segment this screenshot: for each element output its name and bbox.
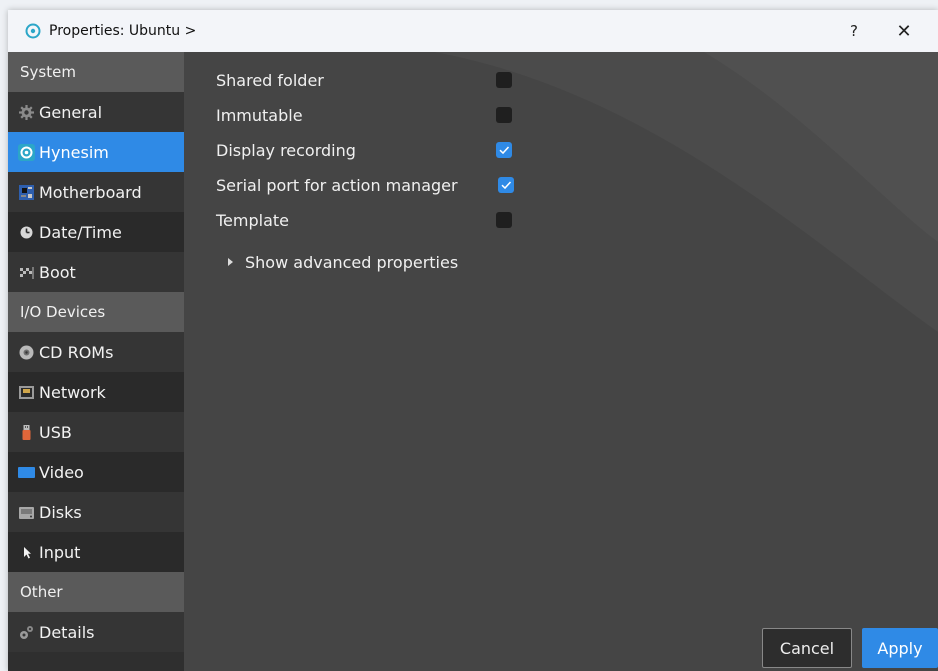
show-advanced-toggle[interactable]: Show advanced properties (228, 249, 458, 275)
property-template: Template (216, 207, 289, 233)
immutable-checkbox[interactable] (496, 107, 512, 123)
advanced-label: Show advanced properties (245, 252, 459, 272)
property-serial-port: Serial port for action manager (216, 172, 458, 198)
hynesim-icon (18, 143, 35, 161)
sidebar-item-label: Input (39, 542, 81, 562)
expand-triangle-icon (228, 258, 233, 266)
sidebar-item-label: Boot (39, 262, 76, 282)
checkmark-icon (501, 181, 512, 190)
sidebar-item-label: USB (39, 422, 72, 442)
boot-flag-icon (18, 264, 35, 281)
property-label: Display recording (216, 140, 356, 160)
sidebar-item-motherboard[interactable]: Motherboard (8, 172, 184, 212)
sidebar-item-boot[interactable]: Boot (8, 252, 184, 292)
sidebar-item-details[interactable]: Details (8, 612, 184, 652)
property-label: Serial port for action manager (216, 175, 458, 195)
property-display-recording: Display recording (216, 137, 356, 163)
template-checkbox[interactable] (496, 212, 512, 228)
sidebar-item-label: Network (39, 382, 106, 402)
display-recording-checkbox[interactable] (496, 142, 512, 158)
sidebar-item-label: Disks (39, 502, 82, 522)
sidebar: System General Hynesim Motherboard Date/… (8, 52, 184, 671)
property-label: Immutable (216, 105, 303, 125)
property-shared-folder: Shared folder (216, 67, 324, 93)
property-label: Shared folder (216, 70, 324, 90)
sidebar-item-input[interactable]: Input (8, 532, 184, 572)
details-gears-icon (18, 624, 35, 641)
motherboard-icon (18, 184, 35, 201)
cancel-button[interactable]: Cancel (762, 628, 852, 668)
sidebar-item-label: Hynesim (39, 142, 109, 162)
title-bar: Properties: Ubuntu > ? ✕ (8, 10, 938, 52)
usb-icon (18, 424, 35, 441)
sidebar-item-label: Details (39, 622, 95, 642)
property-immutable: Immutable (216, 102, 303, 128)
apply-button[interactable]: Apply (862, 628, 938, 668)
sidebar-item-label: Video (39, 462, 84, 482)
cdrom-icon (18, 344, 35, 361)
hynesim-app-icon (25, 23, 41, 39)
sidebar-item-disks[interactable]: Disks (8, 492, 184, 532)
close-button[interactable]: ✕ (880, 10, 928, 52)
sidebar-item-hynesim[interactable]: Hynesim (8, 132, 184, 172)
property-label: Template (216, 210, 290, 230)
serial-port-checkbox[interactable] (498, 177, 514, 193)
properties-dialog: Properties: Ubuntu > ? ✕ System General (8, 10, 938, 671)
gear-icon (18, 104, 35, 121)
sidebar-item-label: CD ROMs (39, 342, 114, 362)
sidebar-item-cd-roms[interactable]: CD ROMs (8, 332, 184, 372)
video-icon (18, 464, 35, 481)
sidebar-item-usb[interactable]: USB (8, 412, 184, 452)
sidebar-item-date-time[interactable]: Date/Time (8, 212, 184, 252)
shared-folder-checkbox[interactable] (496, 72, 512, 88)
cursor-icon (18, 544, 35, 561)
section-header-system: System (8, 52, 184, 92)
sidebar-item-general[interactable]: General (8, 92, 184, 132)
sidebar-item-video[interactable]: Video (8, 452, 184, 492)
sidebar-item-label: Date/Time (39, 222, 122, 242)
properties-panel: Shared folder Immutable Display recordin… (184, 52, 938, 671)
section-header-io-devices: I/O Devices (8, 292, 184, 332)
network-icon (18, 384, 35, 401)
window-title: Properties: Ubuntu > (49, 23, 197, 39)
disk-icon (18, 504, 35, 521)
checkmark-icon (499, 146, 510, 155)
sidebar-item-network[interactable]: Network (8, 372, 184, 412)
help-button[interactable]: ? (830, 10, 878, 52)
section-header-other: Other (8, 572, 184, 612)
clock-icon (18, 224, 35, 241)
sidebar-item-label: Motherboard (39, 182, 142, 202)
sidebar-item-label: General (39, 102, 103, 122)
